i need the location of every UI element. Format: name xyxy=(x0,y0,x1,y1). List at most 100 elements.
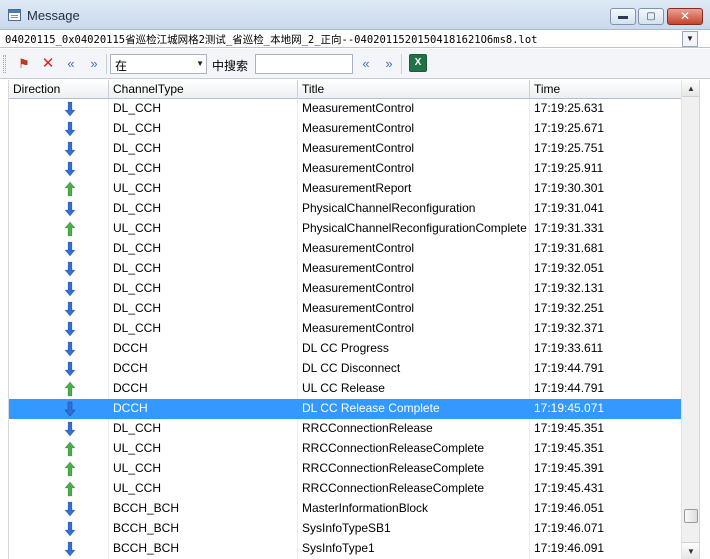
title-cell: PhysicalChannelReconfiguration xyxy=(298,199,530,219)
minimize-button[interactable]: ▬ xyxy=(610,8,636,25)
table-row[interactable]: UL_CCH RRCConnectionReleaseComplete 17:19:… xyxy=(9,439,681,459)
table-row[interactable]: BCCH_BCH MasterInformationBlock 17:19:46.0… xyxy=(9,499,681,519)
table-row[interactable]: UL_CCH RRCConnectionReleaseComplete 17:19:… xyxy=(9,459,681,479)
title-cell: RRCConnectionReleaseComplete xyxy=(298,479,530,499)
table-row[interactable]: DCCH DL CC Progress 17:19:33.611 xyxy=(9,339,681,359)
search-scope-select[interactable]: 在 ▼ xyxy=(110,54,207,74)
clear-filter-icon[interactable]: ✕ xyxy=(39,56,57,72)
table-row[interactable]: DL_CCH PhysicalChannelReconfiguration 17:1… xyxy=(9,199,681,219)
vertical-scrollbar[interactable]: ▲ ▼ xyxy=(681,80,700,559)
channel-type-cell: BCCH_BCH xyxy=(109,499,298,519)
downlink-arrow-icon xyxy=(64,421,76,437)
downlink-arrow-icon xyxy=(64,241,76,257)
column-header-title[interactable]: Title xyxy=(298,80,530,99)
direction-cell xyxy=(9,299,109,319)
downlink-arrow-icon xyxy=(64,101,76,117)
title-bar: Message ▬ ▢ ✕ xyxy=(0,0,710,30)
table-row[interactable]: BCCH_BCH SysInfoType1 17:19:46.091 xyxy=(9,539,681,559)
previous-icon[interactable]: « xyxy=(62,56,80,72)
toolbar-grip[interactable] xyxy=(3,55,6,73)
table-row[interactable]: DCCH UL CC Release 17:19:44.791 xyxy=(9,379,681,399)
downlink-arrow-icon xyxy=(64,261,76,277)
uplink-arrow-icon xyxy=(64,221,76,237)
table-row[interactable]: DCCH DL CC Disconnect 17:19:44.791 xyxy=(9,359,681,379)
next-icon[interactable]: » xyxy=(85,56,103,72)
title-cell: PhysicalChannelReconfigurationComplete xyxy=(298,219,530,239)
search-label: 中搜索 xyxy=(212,59,249,73)
table-row[interactable]: DL_CCH MeasurementControl 17:19:25.751 xyxy=(9,139,681,159)
export-excel-icon[interactable]: X xyxy=(409,54,427,72)
channel-type-cell: DCCH xyxy=(109,339,298,359)
window-title: Message xyxy=(27,8,80,23)
table-row[interactable]: DL_CCH MeasurementControl 17:19:31.681 xyxy=(9,239,681,259)
column-header-channel-type[interactable]: ChannelType xyxy=(109,80,298,99)
message-grid: Direction ChannelType Title Time DL_CCH M… xyxy=(0,80,710,559)
file-selector[interactable]: 04020115_0x04020115省巡检江城网格2测试_省巡检_本地网_2_… xyxy=(0,30,710,48)
downlink-arrow-icon xyxy=(64,521,76,537)
table-row[interactable]: DL_CCH MeasurementControl 17:19:32.051 xyxy=(9,259,681,279)
table-row[interactable]: DL_CCH MeasurementControl 17:19:25.911 xyxy=(9,159,681,179)
time-cell: 17:19:45.351 xyxy=(530,419,681,439)
downlink-arrow-icon xyxy=(64,201,76,217)
title-cell: DL CC Progress xyxy=(298,339,530,359)
time-cell: 17:19:33.611 xyxy=(530,339,681,359)
title-cell: UL CC Release xyxy=(298,379,530,399)
direction-cell xyxy=(9,379,109,399)
table-row[interactable]: BCCH_BCH SysInfoTypeSB1 17:19:46.071 xyxy=(9,519,681,539)
column-header-direction[interactable]: Direction xyxy=(9,80,109,99)
time-cell: 17:19:46.091 xyxy=(530,539,681,559)
time-cell: 17:19:32.251 xyxy=(530,299,681,319)
maximize-button[interactable]: ▢ xyxy=(638,8,664,25)
title-cell: MeasurementControl xyxy=(298,239,530,259)
time-cell: 17:19:32.051 xyxy=(530,259,681,279)
downlink-arrow-icon xyxy=(64,161,76,177)
scroll-thumb[interactable] xyxy=(684,509,698,523)
channel-type-cell: DL_CCH xyxy=(109,199,298,219)
direction-cell xyxy=(9,359,109,379)
time-cell: 17:19:46.071 xyxy=(530,519,681,539)
table-row[interactable]: DL_CCH MeasurementControl 17:19:25.671 xyxy=(9,119,681,139)
title-cell: SysInfoType1 xyxy=(298,539,530,559)
table-row[interactable]: DL_CCH MeasurementControl 17:19:32.131 xyxy=(9,279,681,299)
table-row[interactable]: UL_CCH RRCConnectionReleaseComplete 17:19:… xyxy=(9,479,681,499)
scroll-down-button[interactable]: ▼ xyxy=(682,542,700,559)
scroll-up-button[interactable]: ▲ xyxy=(682,80,700,97)
close-button[interactable]: ✕ xyxy=(667,8,703,25)
table-row[interactable]: DCCH DL CC Release Complete 17:19:45.071 xyxy=(9,399,681,419)
table-row[interactable]: UL_CCH MeasurementReport 17:19:30.301 xyxy=(9,179,681,199)
title-cell: DL CC Release Complete xyxy=(298,399,530,419)
channel-type-cell: DL_CCH xyxy=(109,139,298,159)
channel-type-cell: BCCH_BCH xyxy=(109,519,298,539)
window-border xyxy=(699,80,710,559)
search-input[interactable] xyxy=(255,54,353,74)
time-cell: 17:19:31.331 xyxy=(530,219,681,239)
downlink-arrow-icon xyxy=(64,321,76,337)
time-cell: 17:19:45.391 xyxy=(530,459,681,479)
uplink-arrow-icon xyxy=(64,481,76,497)
column-header-time[interactable]: Time xyxy=(530,80,681,99)
time-cell: 17:19:32.131 xyxy=(530,279,681,299)
file-dropdown-button[interactable]: ▼ xyxy=(682,31,698,47)
time-cell: 17:19:25.671 xyxy=(530,119,681,139)
file-path: 04020115_0x04020115省巡检江城网格2测试_省巡检_本地网_2_… xyxy=(5,34,538,46)
time-cell: 17:19:31.681 xyxy=(530,239,681,259)
toolbar: ⚑ ✕ « » 在 ▼ 中搜索 « » X xyxy=(0,49,710,79)
search-previous-icon[interactable]: « xyxy=(357,56,375,72)
downlink-arrow-icon xyxy=(64,301,76,317)
title-cell: MeasurementControl xyxy=(298,319,530,339)
direction-cell xyxy=(9,119,109,139)
table-row[interactable]: DL_CCH MeasurementControl 17:19:32.371 xyxy=(9,319,681,339)
filter-icon[interactable]: ⚑ xyxy=(15,56,33,72)
time-cell: 17:19:31.041 xyxy=(530,199,681,219)
table-row[interactable]: DL_CCH MeasurementControl 17:19:32.251 xyxy=(9,299,681,319)
direction-cell xyxy=(9,399,109,419)
time-cell: 17:19:32.371 xyxy=(530,319,681,339)
table-row[interactable]: UL_CCH PhysicalChannelReconfigurationComp… xyxy=(9,219,681,239)
search-next-icon[interactable]: » xyxy=(380,56,398,72)
direction-cell xyxy=(9,279,109,299)
title-cell: MeasurementControl xyxy=(298,139,530,159)
table-row[interactable]: DL_CCH RRCConnectionRelease 17:19:45.351 xyxy=(9,419,681,439)
table-row[interactable]: DL_CCH MeasurementControl 17:19:25.631 xyxy=(9,99,681,119)
direction-cell xyxy=(9,439,109,459)
direction-cell xyxy=(9,139,109,159)
